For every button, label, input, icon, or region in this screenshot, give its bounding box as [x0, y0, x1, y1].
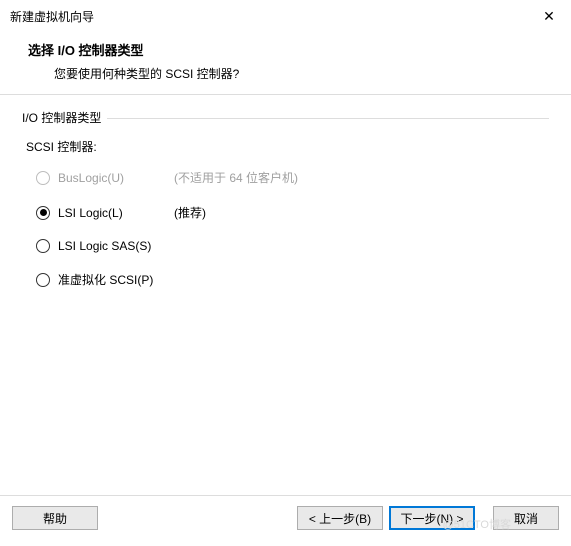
group-title-wrap: I/O 控制器类型 [22, 109, 549, 126]
radio-lsi-logic[interactable] [36, 206, 50, 220]
close-icon: ✕ [543, 8, 555, 25]
cancel-button[interactable]: 取消 [493, 506, 559, 530]
option-hint: (推荐) [174, 204, 206, 221]
help-button[interactable]: 帮助 [12, 506, 98, 530]
option-hint: (不适用于 64 位客户机) [174, 169, 298, 186]
page-title: 选择 I/O 控制器类型 [28, 40, 557, 59]
option-paravirtual-scsi[interactable]: 准虚拟化 SCSI(P) [36, 271, 549, 288]
radio-paravirtual-scsi[interactable] [36, 273, 50, 287]
option-label: 准虚拟化 SCSI(P) [58, 271, 174, 288]
page-subtitle: 您要使用何种类型的 SCSI 控制器? [28, 65, 557, 82]
option-label: BusLogic(U) [58, 171, 174, 185]
scsi-controller-label: SCSI 控制器: [26, 138, 549, 155]
title-bar: 新建虚拟机向导 ✕ [0, 0, 571, 30]
option-label: LSI Logic(L) [58, 206, 174, 220]
radio-lsi-logic-sas[interactable] [36, 239, 50, 253]
option-label: LSI Logic SAS(S) [58, 239, 174, 253]
window-title: 新建虚拟机向导 [10, 8, 94, 25]
group-title: I/O 控制器类型 [22, 109, 107, 126]
back-button[interactable]: < 上一步(B) [297, 506, 383, 530]
radio-buslogic [36, 171, 50, 185]
option-lsi-logic[interactable]: LSI Logic(L) (推荐) [36, 204, 549, 221]
close-button[interactable]: ✕ [537, 6, 561, 26]
radio-group-scsi: BusLogic(U) (不适用于 64 位客户机) LSI Logic(L) … [36, 169, 549, 288]
option-buslogic: BusLogic(U) (不适用于 64 位客户机) [36, 169, 549, 186]
option-lsi-logic-sas[interactable]: LSI Logic SAS(S) [36, 239, 549, 253]
next-button[interactable]: 下一步(N) > [389, 506, 475, 530]
wizard-body: I/O 控制器类型 SCSI 控制器: BusLogic(U) (不适用于 64… [0, 95, 571, 495]
wizard-footer: 帮助 < 上一步(B) 下一步(N) > 取消 [0, 495, 571, 540]
wizard-header: 选择 I/O 控制器类型 您要使用何种类型的 SCSI 控制器? [0, 30, 571, 94]
